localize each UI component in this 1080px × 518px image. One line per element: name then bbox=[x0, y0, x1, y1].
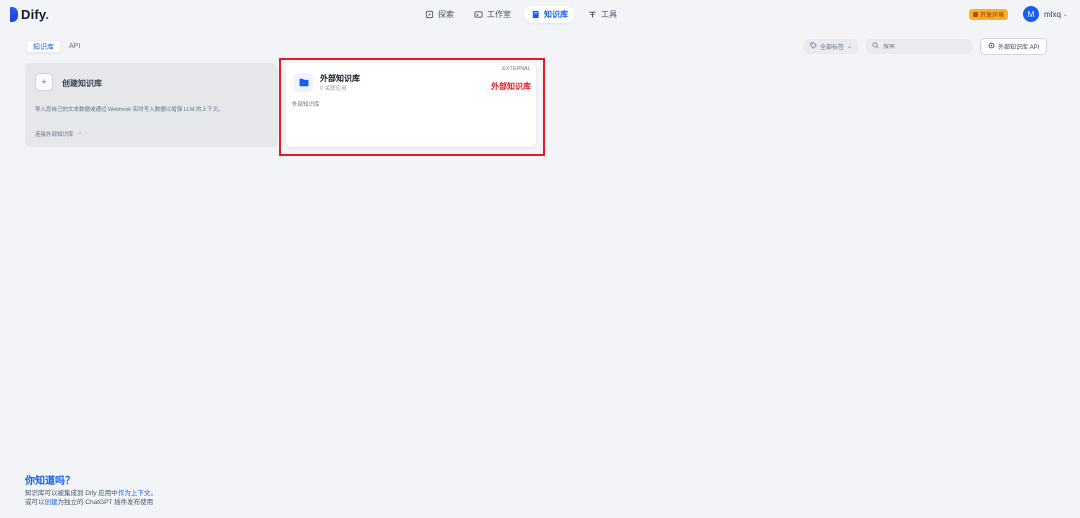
api-link-icon bbox=[988, 42, 995, 51]
line1-post: ， bbox=[150, 490, 157, 497]
dify-logo[interactable]: Dify. bbox=[10, 7, 49, 22]
avatar-initial: M bbox=[1027, 9, 1035, 19]
did-you-know-title: 你知道吗？ bbox=[25, 476, 75, 487]
create-knowledge-title: 创建知识库 bbox=[62, 79, 102, 88]
did-you-know-line-2: 或可以创建为独立的 ChatGPT 插件发布使用 bbox=[25, 498, 157, 507]
nav-knowledge-label: 知识库 bbox=[544, 10, 568, 19]
external-api-label: 外部知识库 API bbox=[998, 45, 1040, 51]
did-you-know-line-1: 知识库可以被集成到 Dify 应用中作为上下文， bbox=[25, 489, 157, 498]
tag-filter-label: 全部标签 bbox=[820, 45, 845, 51]
external-api-button[interactable]: 外部知识库 API bbox=[980, 38, 1048, 55]
knowledge-card-description: 外部知识库 bbox=[292, 102, 320, 108]
knowledge-tabs: 知识库 API bbox=[26, 40, 86, 53]
folder-icon bbox=[294, 73, 313, 92]
nav-knowledge[interactable]: 知识库 bbox=[524, 6, 575, 23]
nav-tools[interactable]: 工具 bbox=[581, 6, 624, 23]
nav-tools-label: 工具 bbox=[601, 10, 617, 19]
search-box bbox=[866, 39, 972, 54]
tag-icon bbox=[810, 42, 817, 51]
search-icon bbox=[872, 42, 879, 51]
user-menu[interactable]: mlxq ⌄ bbox=[1044, 10, 1068, 19]
knowledge-card[interactable]: 外部知识库 0 关联应用 EXTERNAL 外部知识库 外部知识库 bbox=[286, 63, 536, 147]
external-badge: EXTERNAL bbox=[502, 66, 531, 72]
plus-icon: + bbox=[35, 73, 53, 91]
line1-pre: 知识库可以被集成到 Dify 应用中 bbox=[25, 490, 118, 497]
knowledge-card-title: 外部知识库 bbox=[320, 74, 360, 83]
search-input[interactable] bbox=[883, 43, 963, 50]
terminal-icon bbox=[474, 10, 483, 19]
compass-icon bbox=[425, 10, 434, 19]
create-knowledge-description: 导入您自己的文本数据或通过 Webhook 实时写入数据以增强 LLM 的上下文… bbox=[35, 107, 224, 113]
main-nav: 探索 工作室 知识库 工具 bbox=[418, 6, 624, 23]
create-link[interactable]: 创建 bbox=[45, 499, 58, 506]
top-header: Dify. 探索 工作室 知识库 工具 开发环境 M mlxq ⌄ bbox=[0, 0, 1080, 30]
annotation-label: 外部知识库 bbox=[491, 82, 531, 91]
chevron-down-icon: ⌄ bbox=[1062, 12, 1068, 18]
env-icon bbox=[973, 12, 978, 17]
nav-explore[interactable]: 探索 bbox=[418, 6, 461, 23]
tab-knowledge[interactable]: 知识库 bbox=[26, 40, 61, 53]
as-context-link[interactable]: 作为上下文 bbox=[118, 490, 151, 497]
create-knowledge-card[interactable]: + 创建知识库 导入您自己的文本数据或通过 Webhook 实时写入数据以增强 … bbox=[25, 63, 278, 147]
logo-text: Dify bbox=[21, 7, 46, 22]
book-icon bbox=[531, 10, 540, 19]
logo-dot: . bbox=[45, 7, 50, 22]
line2-post: 为独立的 ChatGPT 插件发布使用 bbox=[57, 499, 154, 506]
env-badge-label: 开发环境 bbox=[980, 13, 1005, 19]
did-you-know: 你知道吗？ 知识库可以被集成到 Dify 应用中作为上下文， 或可以创建为独立的… bbox=[25, 472, 157, 507]
nav-studio[interactable]: 工作室 bbox=[467, 6, 518, 23]
nav-studio-label: 工作室 bbox=[487, 10, 511, 19]
tools-icon bbox=[588, 10, 597, 19]
knowledge-card-apps: 0 关联应用 bbox=[320, 86, 347, 92]
env-badge: 开发环境 bbox=[969, 9, 1009, 20]
arrow-right-icon: → bbox=[76, 130, 83, 136]
connect-external-label: 连接外部知识库 bbox=[35, 132, 74, 138]
avatar[interactable]: M bbox=[1023, 6, 1039, 22]
tag-filter[interactable]: 全部标签 ⌄ bbox=[804, 39, 859, 54]
user-name: mlxq bbox=[1044, 10, 1061, 19]
chevron-down-icon: ⌄ bbox=[847, 44, 853, 50]
connect-external-link[interactable]: 连接外部知识库 → bbox=[35, 130, 82, 138]
logo-mark-icon bbox=[10, 7, 18, 22]
nav-explore-label: 探索 bbox=[438, 10, 454, 19]
tab-api[interactable]: API bbox=[63, 40, 86, 53]
line2-pre: 或可以 bbox=[25, 499, 45, 506]
